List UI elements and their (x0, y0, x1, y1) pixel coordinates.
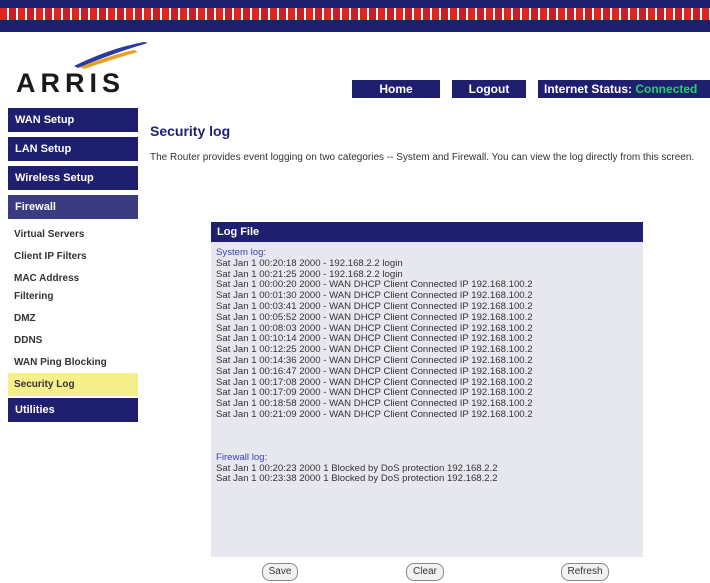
sidebar-item-virtual-servers[interactable]: Virtual Servers (8, 228, 138, 241)
clear-button[interactable]: Clear (406, 563, 444, 581)
log-file-content[interactable]: System log: Sat Jan 1 00:20:18 2000 - 19… (211, 242, 643, 485)
sidebar: WAN Setup LAN Setup Wireless Setup Firew… (8, 108, 138, 427)
sidebar-item-lan-setup[interactable]: LAN Setup (8, 137, 138, 161)
sidebar-item-wan-ping-blocking[interactable]: WAN Ping Blocking (8, 356, 138, 369)
log-entry: Sat Jan 1 00:05:52 2000 - WAN DHCP Clien… (216, 311, 533, 323)
sidebar-item-utilities[interactable]: Utilities (8, 398, 138, 422)
sidebar-item-label: Filtering (14, 291, 54, 302)
status-value: Connected (635, 82, 698, 96)
status-label: Internet Status: (544, 82, 633, 96)
home-button[interactable]: Home (352, 80, 440, 98)
top-banner (0, 0, 710, 32)
log-entry: Sat Jan 1 00:23:38 2000 1 Blocked by DoS… (216, 473, 498, 485)
sidebar-item-firewall[interactable]: Firewall (8, 195, 138, 219)
sidebar-item-dmz[interactable]: DMZ (8, 312, 138, 325)
page-title: Security log (150, 123, 231, 139)
decorative-stripe (0, 8, 710, 20)
arris-logo: ARRIS (16, 40, 156, 100)
swoosh-icon (74, 42, 148, 69)
sidebar-item-security-log[interactable]: Security Log (8, 373, 138, 396)
log-file-panel: Log File System log: Sat Jan 1 00:20:18 … (211, 222, 643, 557)
page-description: The Router provides event logging on two… (150, 152, 695, 163)
firewall-log-label: Firewall log: (216, 451, 268, 463)
sidebar-item-wan-setup[interactable]: WAN Setup (8, 108, 138, 132)
sidebar-item-label: MAC Address (14, 273, 80, 284)
log-entry: Sat Jan 1 00:20:18 2000 - 192.168.2.2 lo… (216, 257, 403, 269)
log-entry: Sat Jan 1 00:21:09 2000 - WAN DHCP Clien… (216, 408, 533, 420)
save-button[interactable]: Save (262, 563, 298, 581)
logo-text: ARRIS (16, 68, 126, 98)
internet-status: Internet Status: Connected (538, 80, 710, 98)
firewall-log-entries: Sat Jan 1 00:20:23 2000 1 Blocked by DoS… (216, 463, 638, 486)
sidebar-item-client-ip-filters[interactable]: Client IP Filters (8, 250, 138, 263)
refresh-button[interactable]: Refresh (561, 563, 609, 581)
sidebar-item-ddns[interactable]: DDNS (8, 334, 138, 347)
log-file-header: Log File (211, 222, 643, 242)
log-entry: Sat Jan 1 00:16:47 2000 - WAN DHCP Clien… (216, 365, 533, 377)
sidebar-item-wireless-setup[interactable]: Wireless Setup (8, 166, 138, 190)
system-log-entries: Sat Jan 1 00:20:18 2000 - 192.168.2.2 lo… (216, 257, 638, 421)
sidebar-item-mac-address-filtering[interactable]: MAC Address Filtering (8, 272, 138, 303)
logout-button[interactable]: Logout (452, 80, 526, 98)
